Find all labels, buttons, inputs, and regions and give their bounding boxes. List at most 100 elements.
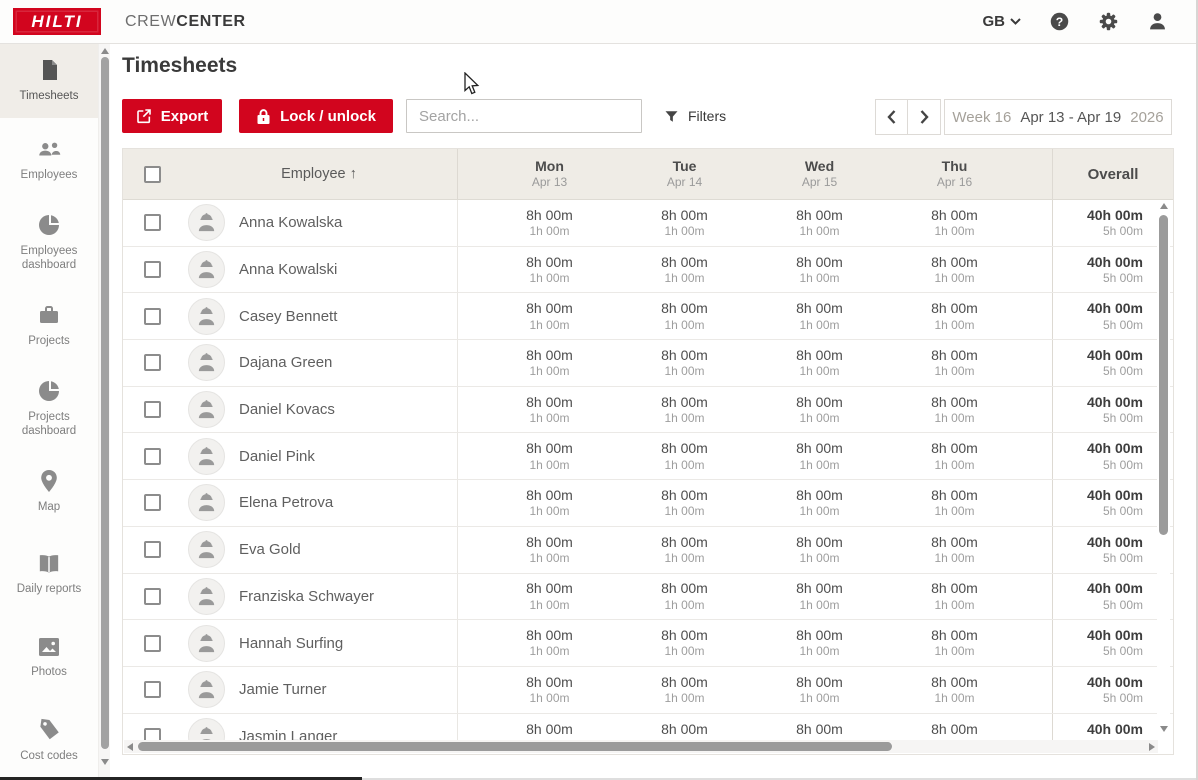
settings-button[interactable] (1097, 11, 1119, 33)
row-checkbox[interactable] (144, 635, 161, 652)
day-hours-cell[interactable]: 8h 00m 1h 00m (887, 714, 1022, 743)
day-hours-cell[interactable]: 8h 00m 1h 00m (482, 247, 617, 293)
day-hours-cell[interactable]: 8h 00m 1h 00m (887, 480, 1022, 526)
timesheet-row[interactable]: Anna Kowalska 8h 00m 1h 00m 8h 00m 1h 00… (123, 200, 1173, 247)
timesheet-row[interactable]: Casey Bennett 8h 00m 1h 00m 8h 00m 1h 00… (123, 293, 1173, 340)
timesheet-row[interactable]: Franziska Schwayer 8h 00m 1h 00m 8h 00m … (123, 574, 1173, 621)
day-hours-cell[interactable]: 8h 00m 1h 00m (752, 293, 887, 339)
next-week-button[interactable] (908, 99, 941, 135)
day-hours-cell[interactable]: 8h 00m 1h 00m (752, 714, 887, 743)
row-checkbox[interactable] (144, 494, 161, 511)
export-button[interactable]: Export (122, 99, 222, 133)
timesheet-row[interactable]: Elena Petrova 8h 00m 1h 00m 8h 00m 1h 00… (123, 480, 1173, 527)
table-vertical-scrollbar[interactable] (1157, 203, 1170, 734)
sidebar-item-timesheets[interactable]: Timesheets (0, 44, 98, 118)
day-hours-cell[interactable]: 8h 00m 1h 00m (887, 620, 1022, 666)
day-hours-cell[interactable]: 8h 00m 1h 00m (617, 433, 752, 479)
day-column-header[interactable]: Tue Apr 14 (617, 149, 752, 199)
timesheet-row[interactable]: Anna Kowalski 8h 00m 1h 00m 8h 00m 1h 00… (123, 247, 1173, 294)
day-hours-cell[interactable]: 8h 00m 1h 00m (617, 340, 752, 386)
day-hours-cell[interactable]: 8h 00m 1h 00m (887, 433, 1022, 479)
day-hours-cell[interactable]: 8h 00m 1h 00m (752, 200, 887, 246)
day-column-header[interactable]: Thu Apr 16 (887, 149, 1022, 199)
previous-week-button[interactable] (875, 99, 908, 135)
row-checkbox[interactable] (144, 401, 161, 418)
day-hours-cell[interactable]: 8h 00m 1h 00m (887, 200, 1022, 246)
timesheet-row[interactable]: Hannah Surfing 8h 00m 1h 00m 8h 00m 1h 0… (123, 620, 1173, 667)
day-hours-cell[interactable]: 8h 00m 1h 00m (482, 200, 617, 246)
day-hours-cell[interactable]: 8h 00m 1h 00m (482, 620, 617, 666)
day-hours-cell[interactable]: 8h 00m 1h 00m (752, 387, 887, 433)
profile-button[interactable] (1146, 11, 1168, 33)
horizontal-scroll-thumb[interactable] (138, 742, 892, 751)
row-checkbox[interactable] (144, 261, 161, 278)
language-selector[interactable]: GB (983, 13, 1022, 30)
day-hours-cell[interactable]: 8h 00m 1h 00m (482, 433, 617, 479)
row-checkbox[interactable] (144, 448, 161, 465)
row-checkbox[interactable] (144, 681, 161, 698)
week-selector[interactable]: Week 16 Apr 13 - Apr 19 2026 (944, 99, 1172, 135)
help-button[interactable]: ? (1048, 11, 1070, 33)
day-hours-cell[interactable]: 8h 00m 1h 00m (482, 293, 617, 339)
day-hours-cell[interactable]: 8h 00m 1h 00m (887, 340, 1022, 386)
timesheet-row[interactable]: Eva Gold 8h 00m 1h 00m 8h 00m 1h 00m 8h … (123, 527, 1173, 574)
select-all-checkbox[interactable] (144, 166, 161, 183)
day-hours-cell[interactable]: 8h 00m 1h 00m (752, 340, 887, 386)
scroll-left-arrow[interactable] (127, 743, 133, 751)
timesheet-row[interactable]: Jamie Turner 8h 00m 1h 00m 8h 00m 1h 00m… (123, 667, 1173, 714)
table-horizontal-scrollbar[interactable] (124, 740, 1158, 753)
sidebar-item-daily-reports[interactable]: Daily reports (0, 533, 98, 616)
day-hours-cell[interactable]: 8h 00m 1h 00m (617, 293, 752, 339)
scroll-up-arrow[interactable] (1160, 203, 1168, 209)
day-hours-cell[interactable]: 8h 00m 1h 00m (752, 433, 887, 479)
day-hours-cell[interactable]: 8h 00m 1h 00m (617, 667, 752, 713)
timesheet-row[interactable]: Jasmin Langer 8h 00m 1h 00m 8h 00m 1h 00… (123, 714, 1173, 743)
day-column-header[interactable]: Mon Apr 13 (482, 149, 617, 199)
day-hours-cell[interactable]: 8h 00m 1h 00m (887, 527, 1022, 573)
sidebar-scrollbar[interactable] (98, 44, 110, 777)
row-checkbox[interactable] (144, 308, 161, 325)
lock-unlock-button[interactable]: Lock / unlock (239, 99, 393, 133)
row-checkbox[interactable] (144, 588, 161, 605)
employee-column-header[interactable]: Employee ↑ (181, 149, 457, 199)
timesheet-row[interactable]: Dajana Green 8h 00m 1h 00m 8h 00m 1h 00m… (123, 340, 1173, 387)
day-hours-cell[interactable]: 8h 00m 1h 00m (482, 667, 617, 713)
day-hours-cell[interactable]: 8h 00m 1h 00m (482, 480, 617, 526)
timesheet-row[interactable]: Daniel Kovacs 8h 00m 1h 00m 8h 00m 1h 00… (123, 387, 1173, 434)
day-hours-cell[interactable]: 8h 00m 1h 00m (887, 574, 1022, 620)
day-hours-cell[interactable]: 8h 00m 1h 00m (617, 574, 752, 620)
vertical-scroll-thumb[interactable] (1159, 215, 1168, 535)
day-hours-cell[interactable]: 8h 00m 1h 00m (887, 293, 1022, 339)
day-hours-cell[interactable]: 8h 00m 1h 00m (752, 574, 887, 620)
scroll-right-arrow[interactable] (1149, 743, 1155, 751)
day-column-header[interactable]: Wed Apr 15 (752, 149, 887, 199)
sidebar-item-employees[interactable]: Employees (0, 118, 98, 201)
row-checkbox[interactable] (144, 214, 161, 231)
row-checkbox[interactable] (144, 541, 161, 558)
scroll-up-arrow[interactable] (101, 48, 109, 54)
day-hours-cell[interactable]: 8h 00m 1h 00m (752, 667, 887, 713)
day-hours-cell[interactable]: 8h 00m 1h 00m (482, 340, 617, 386)
day-hours-cell[interactable]: 8h 00m 1h 00m (482, 387, 617, 433)
day-hours-cell[interactable]: 8h 00m 1h 00m (887, 387, 1022, 433)
day-hours-cell[interactable]: 8h 00m 1h 00m (482, 527, 617, 573)
day-hours-cell[interactable]: 8h 00m 1h 00m (752, 247, 887, 293)
filters-button[interactable]: Filters (664, 108, 726, 124)
day-hours-cell[interactable]: 8h 00m 1h 00m (887, 247, 1022, 293)
day-hours-cell[interactable]: 8h 00m 1h 00m (752, 620, 887, 666)
scroll-down-arrow[interactable] (1160, 726, 1168, 732)
search-input[interactable] (406, 99, 642, 133)
sidebar-item-projects[interactable]: Projects (0, 284, 98, 367)
sidebar-item-map[interactable]: Map (0, 450, 98, 533)
sidebar-item-cost-codes[interactable]: Cost codes (0, 699, 98, 780)
day-hours-cell[interactable]: 8h 00m 1h 00m (482, 574, 617, 620)
day-hours-cell[interactable]: 8h 00m 1h 00m (617, 480, 752, 526)
day-hours-cell[interactable]: 8h 00m 1h 00m (617, 387, 752, 433)
timesheet-row[interactable]: Daniel Pink 8h 00m 1h 00m 8h 00m 1h 00m … (123, 433, 1173, 480)
sidebar-item-photos[interactable]: Photos (0, 616, 98, 699)
sidebar-scroll-thumb[interactable] (101, 57, 109, 749)
day-hours-cell[interactable]: 8h 00m 1h 00m (617, 620, 752, 666)
day-hours-cell[interactable]: 8h 00m 1h 00m (482, 714, 617, 743)
sidebar-item-employees-dashboard[interactable]: Employees dashboard (0, 201, 98, 284)
day-hours-cell[interactable]: 8h 00m 1h 00m (617, 714, 752, 743)
